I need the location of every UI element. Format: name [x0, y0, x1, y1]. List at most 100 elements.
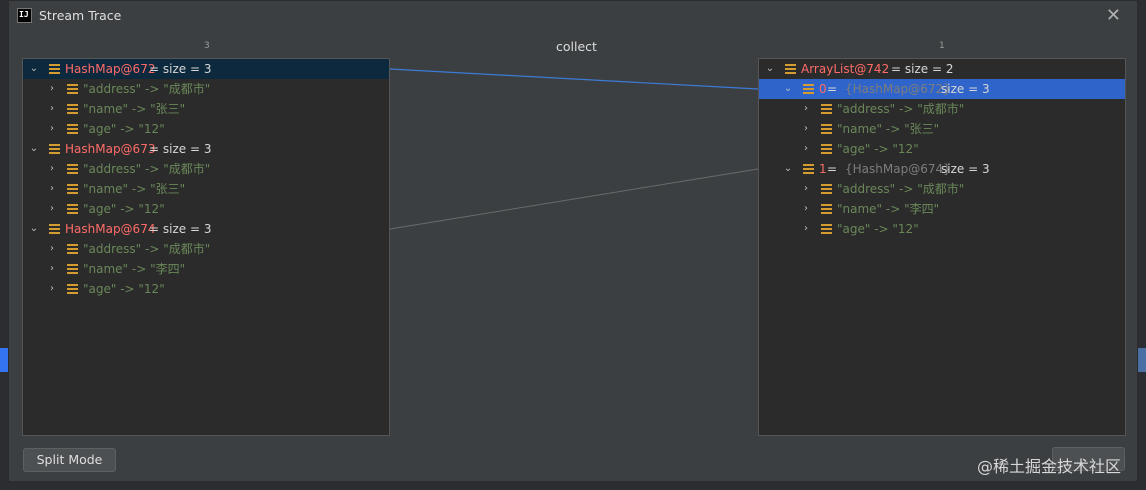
entry-text: "address" -> "成都市" — [83, 162, 211, 176]
chevron-down-icon[interactable]: ⌄ — [763, 59, 777, 79]
entry-text: "address" -> "成都市" — [837, 102, 965, 116]
chevron-right-icon[interactable]: › — [799, 199, 813, 219]
chevron-right-icon[interactable]: › — [45, 119, 59, 139]
chevron-right-icon[interactable]: › — [45, 199, 59, 219]
field-icon — [821, 204, 832, 214]
chevron-right-icon[interactable]: › — [799, 179, 813, 199]
tree-row-hashmap-674[interactable]: ⌄ HashMap@674 = size = 3 — [23, 219, 389, 239]
field-icon — [67, 124, 78, 134]
entry-text: "address" -> "成都市" — [83, 82, 211, 96]
chevron-right-icon[interactable]: › — [799, 99, 813, 119]
item-size: size = 3 — [941, 162, 990, 176]
node-name: HashMap@673 — [65, 142, 156, 156]
entry-text: "age" -> "12" — [83, 122, 165, 136]
chevron-down-icon[interactable]: ⌄ — [781, 159, 795, 179]
field-icon — [821, 184, 832, 194]
field-icon — [67, 204, 78, 214]
field-icon — [67, 284, 78, 294]
node-size: = size = 2 — [891, 62, 954, 76]
chevron-right-icon[interactable]: › — [45, 179, 59, 199]
chevron-down-icon[interactable]: ⌄ — [27, 139, 41, 159]
tree-row-entry[interactable]: › "name" -> "张三" — [23, 99, 389, 119]
split-mode-button[interactable]: Split Mode — [23, 448, 116, 472]
entry-text: "age" -> "12" — [837, 222, 919, 236]
chevron-right-icon[interactable]: › — [799, 119, 813, 139]
entry-text: "age" -> "12" — [83, 202, 165, 216]
tree-row-entry[interactable]: › "age" -> "12" — [23, 279, 389, 299]
entry-text: "name" -> "张三" — [837, 122, 940, 136]
chevron-right-icon[interactable]: › — [45, 279, 59, 299]
chevron-right-icon[interactable]: › — [799, 139, 813, 159]
tree-row-entry[interactable]: › "address" -> "成都市" — [23, 79, 389, 99]
chevron-right-icon[interactable]: › — [45, 79, 59, 99]
field-icon — [821, 144, 832, 154]
tree-row-entry[interactable]: › "name" -> "张三" — [759, 119, 1125, 139]
field-icon — [67, 264, 78, 274]
item-index: 1 — [819, 162, 827, 176]
chevron-right-icon[interactable]: › — [799, 219, 813, 239]
tree-row-entry[interactable]: › "age" -> "12" — [759, 139, 1125, 159]
operation-label: collect — [556, 39, 597, 54]
tree-row-item-1[interactable]: ⌄ 1 = {HashMap@674} size = 3 — [759, 159, 1125, 179]
chevron-down-icon[interactable]: ⌄ — [27, 59, 41, 79]
entry-text: "age" -> "12" — [837, 142, 919, 156]
node-name: HashMap@674 — [65, 222, 156, 236]
tree-row-entry[interactable]: › "age" -> "12" — [23, 199, 389, 219]
field-icon — [67, 164, 78, 174]
chevron-right-icon[interactable]: › — [45, 99, 59, 119]
tree-row-entry[interactable]: › "name" -> "李四" — [23, 259, 389, 279]
left-item-count: 3 — [204, 41, 210, 51]
tree-row-entry[interactable]: › "name" -> "李四" — [759, 199, 1125, 219]
field-icon — [803, 164, 814, 174]
tree-row-entry[interactable]: › "address" -> "成都市" — [759, 99, 1125, 119]
connector-line-selected — [389, 68, 759, 90]
tree-row-entry[interactable]: › "address" -> "成都市" — [759, 179, 1125, 199]
chevron-right-icon[interactable]: › — [45, 259, 59, 279]
tree-row-entry[interactable]: › "age" -> "12" — [23, 119, 389, 139]
entry-text: "name" -> "李四" — [83, 262, 186, 276]
tree-row-entry[interactable]: › "name" -> "张三" — [23, 179, 389, 199]
chevron-right-icon[interactable]: › — [45, 239, 59, 259]
stream-trace-dialog: IJ Stream Trace ✕ 3 collect 1 ⌄ HashMap@… — [8, 0, 1138, 482]
tree-row-arraylist-742[interactable]: ⌄ ArrayList@742 = size = 2 — [759, 59, 1125, 79]
field-icon — [67, 244, 78, 254]
tree-row-entry[interactable]: › "age" -> "12" — [759, 219, 1125, 239]
item-index: 0 — [819, 82, 827, 96]
field-icon — [803, 84, 814, 94]
field-icon — [821, 124, 832, 134]
connector-line — [389, 168, 759, 230]
background-window-edge — [0, 348, 8, 372]
item-ref: {HashMap@672} — [845, 82, 951, 96]
close-icon[interactable]: ✕ — [1106, 5, 1121, 26]
entry-text: "age" -> "12" — [83, 282, 165, 296]
entry-text: "address" -> "成都市" — [83, 242, 211, 256]
field-icon — [785, 64, 796, 74]
node-size: = size = 3 — [149, 222, 212, 236]
item-size: size = 3 — [941, 82, 990, 96]
node-name: ArrayList@742 — [801, 62, 890, 76]
entry-text: "address" -> "成都市" — [837, 182, 965, 196]
chevron-right-icon[interactable]: › — [45, 159, 59, 179]
entry-text: "name" -> "张三" — [83, 182, 186, 196]
node-name: HashMap@672 — [65, 62, 156, 76]
chevron-down-icon[interactable]: ⌄ — [27, 219, 41, 239]
item-eq: = — [827, 162, 838, 176]
intellij-app-icon: IJ — [17, 8, 32, 23]
chevron-down-icon[interactable]: ⌄ — [781, 79, 795, 99]
node-size: = size = 3 — [149, 142, 212, 156]
tree-row-entry[interactable]: › "address" -> "成都市" — [23, 159, 389, 179]
field-icon — [67, 84, 78, 94]
right-item-count: 1 — [939, 41, 945, 51]
right-tree-panel[interactable]: ⌄ ArrayList@742 = size = 2 ⌄ 0 = {HashMa… — [758, 58, 1126, 436]
tree-row-entry[interactable]: › "address" -> "成都市" — [23, 239, 389, 259]
tree-row-hashmap-672[interactable]: ⌄ HashMap@672 = size = 3 — [23, 59, 389, 79]
field-icon — [67, 184, 78, 194]
dialog-title: Stream Trace — [39, 8, 122, 23]
node-size: = size = 3 — [149, 62, 212, 76]
tree-row-hashmap-673[interactable]: ⌄ HashMap@673 = size = 3 — [23, 139, 389, 159]
field-icon — [821, 104, 832, 114]
left-tree-panel[interactable]: ⌄ HashMap@672 = size = 3 › "address" -> … — [22, 58, 390, 436]
tree-row-item-0[interactable]: ⌄ 0 = {HashMap@672} size = 3 — [759, 79, 1125, 99]
field-icon — [49, 64, 60, 74]
field-icon — [49, 224, 60, 234]
